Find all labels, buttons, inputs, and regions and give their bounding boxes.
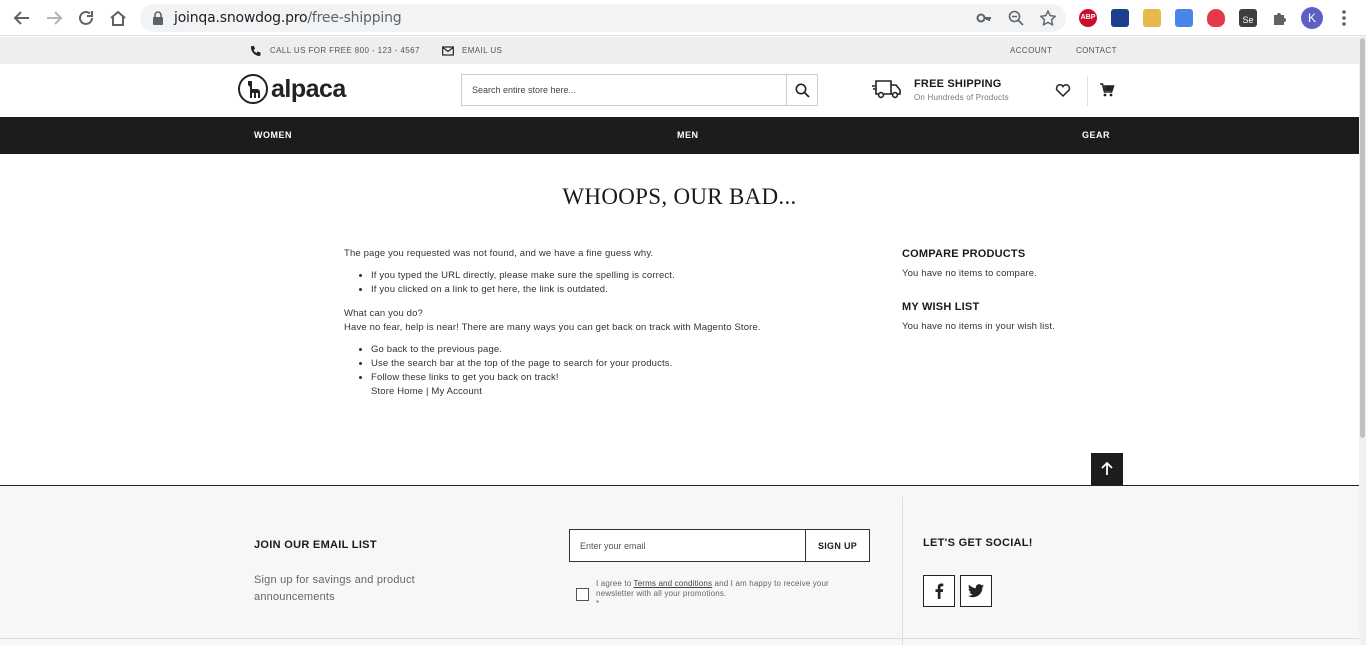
contact-link[interactable]: CONTACT — [1076, 37, 1117, 64]
arrow-left-icon — [13, 11, 29, 25]
recovery-links: Store Home | My Account — [371, 386, 482, 397]
compare-products-text: You have no items to compare. — [902, 268, 1037, 279]
arrow-right-icon — [47, 11, 63, 25]
address-bar[interactable]: joinqa.snowdog.pro/free-shipping — [140, 4, 1066, 32]
logo-text: alpaca — [271, 74, 346, 103]
page-title: WHOOPS, OUR BAD... — [562, 184, 797, 209]
help-text: Have no fear, help is near! There are ma… — [344, 322, 761, 333]
agree-suffix: and I am happy to receive your newslette… — [596, 579, 829, 598]
site-footer: JOIN OUR EMAIL LIST Sign up for savings … — [0, 485, 1359, 645]
list-item: Go back to the previous page. — [371, 343, 844, 357]
reload-icon — [79, 10, 93, 25]
required-mark: * — [596, 599, 600, 608]
sign-up-button[interactable]: SIGN UP — [805, 530, 869, 561]
actions-list: Go back to the previous page. Use the se… — [344, 343, 844, 399]
arrow-up-icon — [1101, 462, 1113, 475]
truck-icon — [872, 80, 901, 99]
search-form — [461, 74, 818, 106]
key-icon[interactable] — [976, 10, 992, 26]
browser-toolbar: joinqa.snowdog.pro/free-shipping ABP Se … — [0, 0, 1366, 36]
nav-gear[interactable]: GEAR — [1082, 117, 1110, 154]
cart-icon[interactable] — [1099, 82, 1115, 98]
email-us-label: EMAIL US — [462, 46, 503, 55]
reasons-list: If you typed the URL directly, please ma… — [344, 269, 844, 297]
newsletter-description: Sign up for savings and product announce… — [254, 574, 415, 603]
alpaca-logo[interactable]: alpaca — [238, 74, 346, 104]
site-header: alpaca FREE SHIPPING On Hundreds of Prod… — [0, 64, 1359, 117]
free-shipping-title: FREE SHIPPING — [914, 78, 1002, 90]
lock-icon — [153, 11, 163, 25]
list-item: If you clicked on a link to get here, th… — [371, 283, 844, 297]
facebook-button[interactable] — [923, 575, 955, 607]
wishlist-text: You have no items in your wish list. — [902, 321, 1055, 332]
footer-divider — [902, 497, 903, 645]
home-button[interactable] — [106, 6, 130, 30]
search-button[interactable] — [786, 75, 817, 105]
facebook-icon — [935, 583, 944, 599]
twitter-button[interactable] — [960, 575, 992, 607]
scrollbar-thumb[interactable] — [1360, 38, 1365, 438]
newsletter-title: JOIN OUR EMAIL LIST — [254, 539, 377, 551]
list-item: Use the search bar at the top of the pag… — [371, 357, 844, 371]
agree-terms-checkbox[interactable] — [576, 588, 589, 601]
profile-avatar[interactable]: K — [1301, 7, 1323, 29]
newsletter-form: SIGN UP — [569, 529, 870, 562]
twitter-icon — [968, 584, 984, 598]
social-title: LET'S GET SOCIAL! — [923, 537, 1033, 549]
search-icon — [795, 83, 810, 98]
newsletter-email-input[interactable] — [570, 530, 806, 561]
wishlist-title: MY WISH LIST — [902, 301, 980, 313]
call-us-label: CALL US FOR FREE 800 - 123 - 4567 — [270, 46, 420, 55]
list-item: If you typed the URL directly, please ma… — [371, 269, 844, 283]
envelope-icon — [442, 45, 454, 56]
extension-2-icon[interactable] — [1143, 9, 1161, 27]
home-icon — [110, 10, 126, 26]
alpaca-logo-mark-icon — [238, 74, 268, 104]
nav-men[interactable]: MEN — [677, 117, 699, 154]
sidebar: COMPARE PRODUCTS You have no items to co… — [902, 248, 1122, 354]
top-utility-bar: CALL US FOR FREE 800 - 123 - 4567 EMAIL … — [0, 37, 1359, 64]
heart-icon[interactable] — [1055, 82, 1071, 98]
agree-prefix: I agree to — [596, 579, 632, 588]
zoom-icon[interactable] — [1008, 10, 1024, 26]
selenium-icon[interactable]: Se — [1239, 9, 1257, 27]
list-item: Follow these links to get you back on tr… — [371, 371, 844, 399]
adblock-plus-icon[interactable]: ABP — [1079, 9, 1097, 27]
not-found-content: The page you requested was not found, an… — [344, 247, 844, 409]
menu-kebab-icon[interactable] — [1336, 9, 1352, 27]
scroll-to-top-button[interactable] — [1091, 453, 1123, 485]
intro-text: The page you requested was not found, an… — [344, 248, 654, 259]
follow-links-text: Follow these links to get you back on tr… — [371, 372, 559, 383]
back-button[interactable] — [10, 6, 34, 30]
puzzle-icon[interactable] — [1271, 9, 1289, 27]
free-shipping-subtitle: On Hundreds of Products — [914, 93, 1009, 102]
search-input[interactable] — [462, 75, 787, 105]
reload-button[interactable] — [74, 6, 98, 30]
phone-icon — [250, 45, 261, 56]
google-translate-icon[interactable] — [1175, 9, 1193, 27]
what-can-you-do-text: What can you do? — [344, 308, 423, 319]
main-navigation: WOMEN MEN GEAR — [0, 117, 1359, 154]
shield-extension-icon[interactable] — [1207, 9, 1225, 27]
call-us-link[interactable]: CALL US FOR FREE 800 - 123 - 4567 — [250, 37, 420, 64]
footer-bottom-line — [0, 638, 1359, 639]
extension-1-icon[interactable] — [1111, 9, 1129, 27]
url-text: joinqa.snowdog.pro/free-shipping — [174, 10, 402, 26]
header-divider — [1087, 76, 1088, 106]
link-separator: | — [425, 386, 429, 397]
terms-link[interactable]: Terms and conditions — [634, 579, 713, 588]
page-scrollbar[interactable] — [1359, 36, 1366, 645]
email-us-link[interactable]: EMAIL US — [442, 37, 502, 64]
star-icon[interactable] — [1040, 10, 1056, 26]
agree-terms-label: I agree to Terms and conditions and I am… — [596, 579, 856, 609]
nav-women[interactable]: WOMEN — [254, 117, 292, 154]
account-link[interactable]: ACCOUNT — [1010, 37, 1052, 64]
store-home-link[interactable]: Store Home — [371, 386, 423, 397]
forward-button[interactable] — [42, 6, 66, 30]
compare-products-title: COMPARE PRODUCTS — [902, 248, 1026, 260]
my-account-link[interactable]: My Account — [431, 386, 482, 397]
